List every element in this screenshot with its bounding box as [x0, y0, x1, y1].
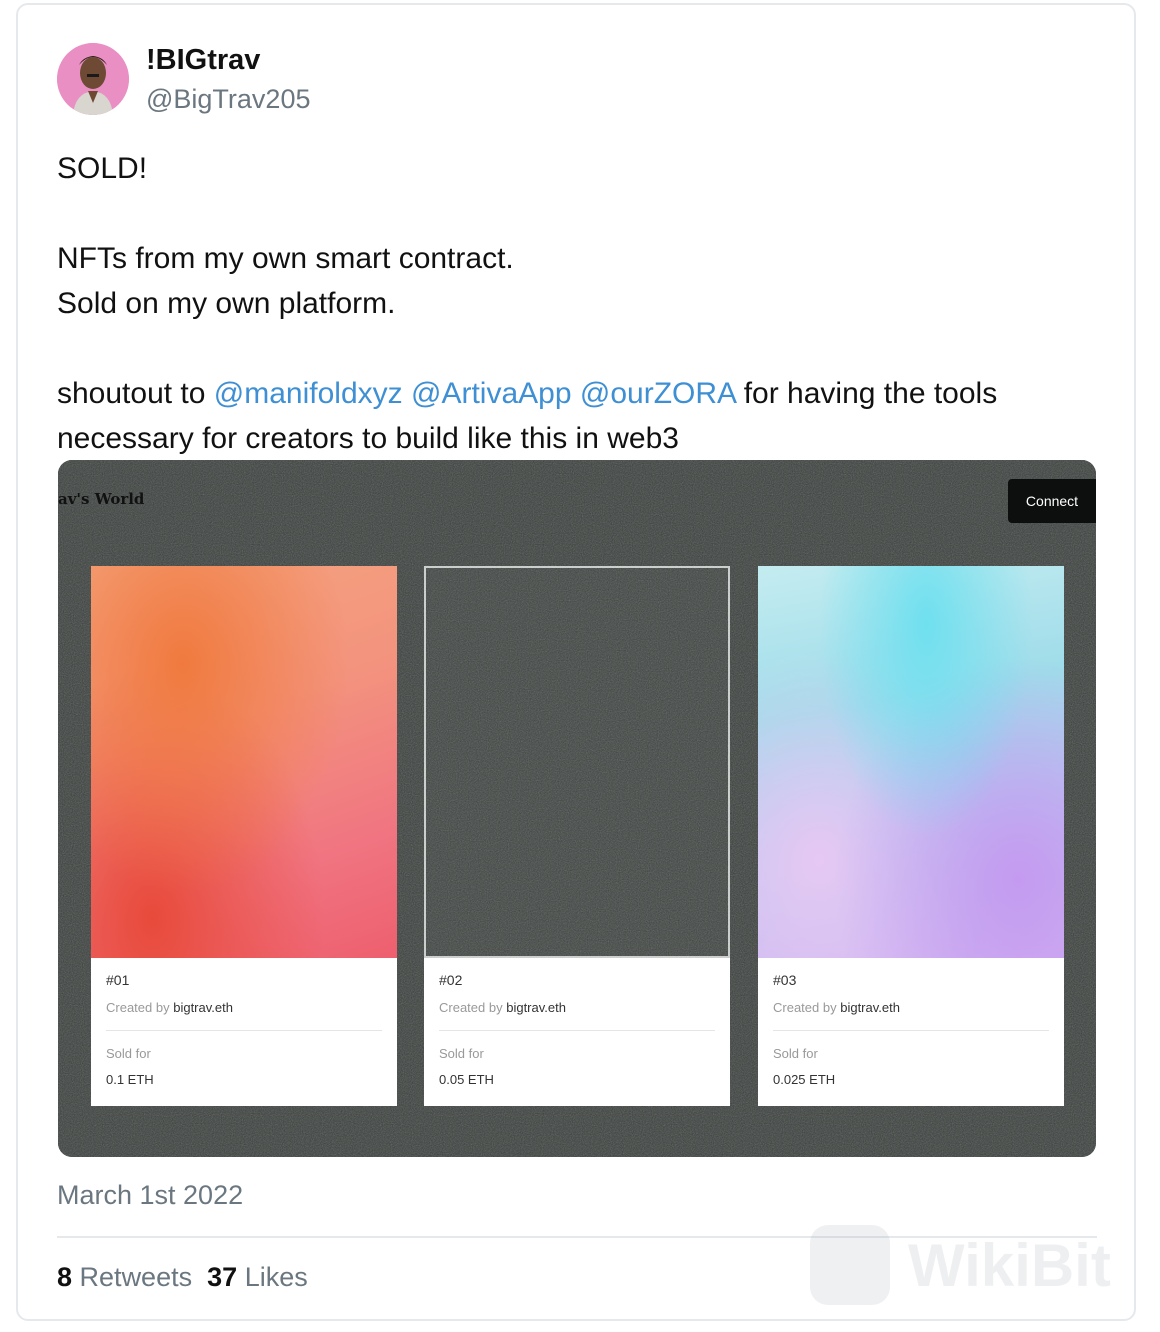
- likes-label[interactable]: Likes: [245, 1262, 308, 1292]
- site-title: av's World: [58, 490, 145, 508]
- retweets-count[interactable]: 8: [57, 1262, 72, 1292]
- tweet-stats: 8 Retweets 37 Likes: [57, 1262, 308, 1293]
- nft-creator: Created by bigtrav.eth: [106, 1000, 233, 1015]
- created-by-label: Created by: [106, 1000, 170, 1015]
- tweet-text: SOLD! NFTs from my own smart contract. S…: [57, 146, 1087, 461]
- nft-artwork-iridescent: [758, 566, 1064, 958]
- nft-divider: [106, 1030, 382, 1031]
- creator-name: bigtrav.eth: [506, 1000, 566, 1015]
- tweet-timestamp[interactable]: March 1st 2022: [57, 1180, 243, 1211]
- tweet-text-segment: shoutout to: [57, 377, 214, 410]
- mention-link-manifoldxyz[interactable]: @manifoldxyz: [214, 377, 403, 410]
- created-by-label: Created by: [439, 1000, 503, 1015]
- nft-number: #02: [439, 972, 463, 988]
- tweet-line: SOLD!: [57, 152, 148, 185]
- sold-for-label: Sold for: [773, 1046, 818, 1061]
- sold-for-label: Sold for: [439, 1046, 484, 1061]
- user-handle[interactable]: @BigTrav205: [146, 84, 310, 115]
- avatar[interactable]: [57, 43, 129, 115]
- nft-divider: [439, 1030, 715, 1031]
- tweet-line: necessary for creators to build like thi…: [57, 422, 679, 455]
- nft-number: #03: [773, 972, 797, 988]
- creator-name: bigtrav.eth: [173, 1000, 233, 1015]
- tweet-line: Sold on my own platform.: [57, 287, 396, 320]
- nft-price: 0.025 ETH: [773, 1072, 836, 1087]
- avatar-illustration-icon: [57, 43, 129, 115]
- nft-artwork-dark: [424, 566, 730, 958]
- creator-name: bigtrav.eth: [840, 1000, 900, 1015]
- connect-button[interactable]: Connect: [1008, 479, 1096, 523]
- retweets-label[interactable]: Retweets: [80, 1262, 193, 1292]
- wikibit-logo-icon: [810, 1225, 890, 1305]
- tweet-line: NFTs from my own smart contract.: [57, 242, 514, 275]
- nft-number: #01: [106, 972, 130, 988]
- wikibit-watermark: WikiBit: [810, 1225, 1111, 1305]
- nft-creator: Created by bigtrav.eth: [439, 1000, 566, 1015]
- sold-for-label: Sold for: [106, 1046, 151, 1061]
- nft-creator: Created by bigtrav.eth: [773, 1000, 900, 1015]
- mention-link-artivaapp[interactable]: @ArtivaApp: [411, 377, 572, 410]
- watermark-text: WikiBit: [908, 1231, 1111, 1299]
- tweet-media-image[interactable]: av's World Connect #01 Created by bigtra…: [58, 460, 1096, 1157]
- nft-price: 0.05 ETH: [439, 1072, 494, 1087]
- tweet-text-segment: for having the tools: [735, 377, 998, 410]
- mention-link-ourzora[interactable]: @ourZORA: [580, 377, 736, 410]
- nft-divider: [773, 1030, 1049, 1031]
- nft-artwork-orange: [91, 566, 397, 958]
- nft-price: 0.1 ETH: [106, 1072, 154, 1087]
- created-by-label: Created by: [773, 1000, 837, 1015]
- tweet-line: shoutout to @manifoldxyz @ArtivaApp @our…: [57, 371, 1087, 416]
- nft-card[interactable]: #01 Created by bigtrav.eth Sold for 0.1 …: [91, 566, 397, 1106]
- nft-card[interactable]: #02 Created by bigtrav.eth Sold for 0.05…: [424, 566, 730, 1106]
- nft-card[interactable]: #03 Created by bigtrav.eth Sold for 0.02…: [758, 566, 1064, 1106]
- likes-count[interactable]: 37: [207, 1262, 237, 1292]
- display-name[interactable]: !BIGtrav: [146, 44, 260, 77]
